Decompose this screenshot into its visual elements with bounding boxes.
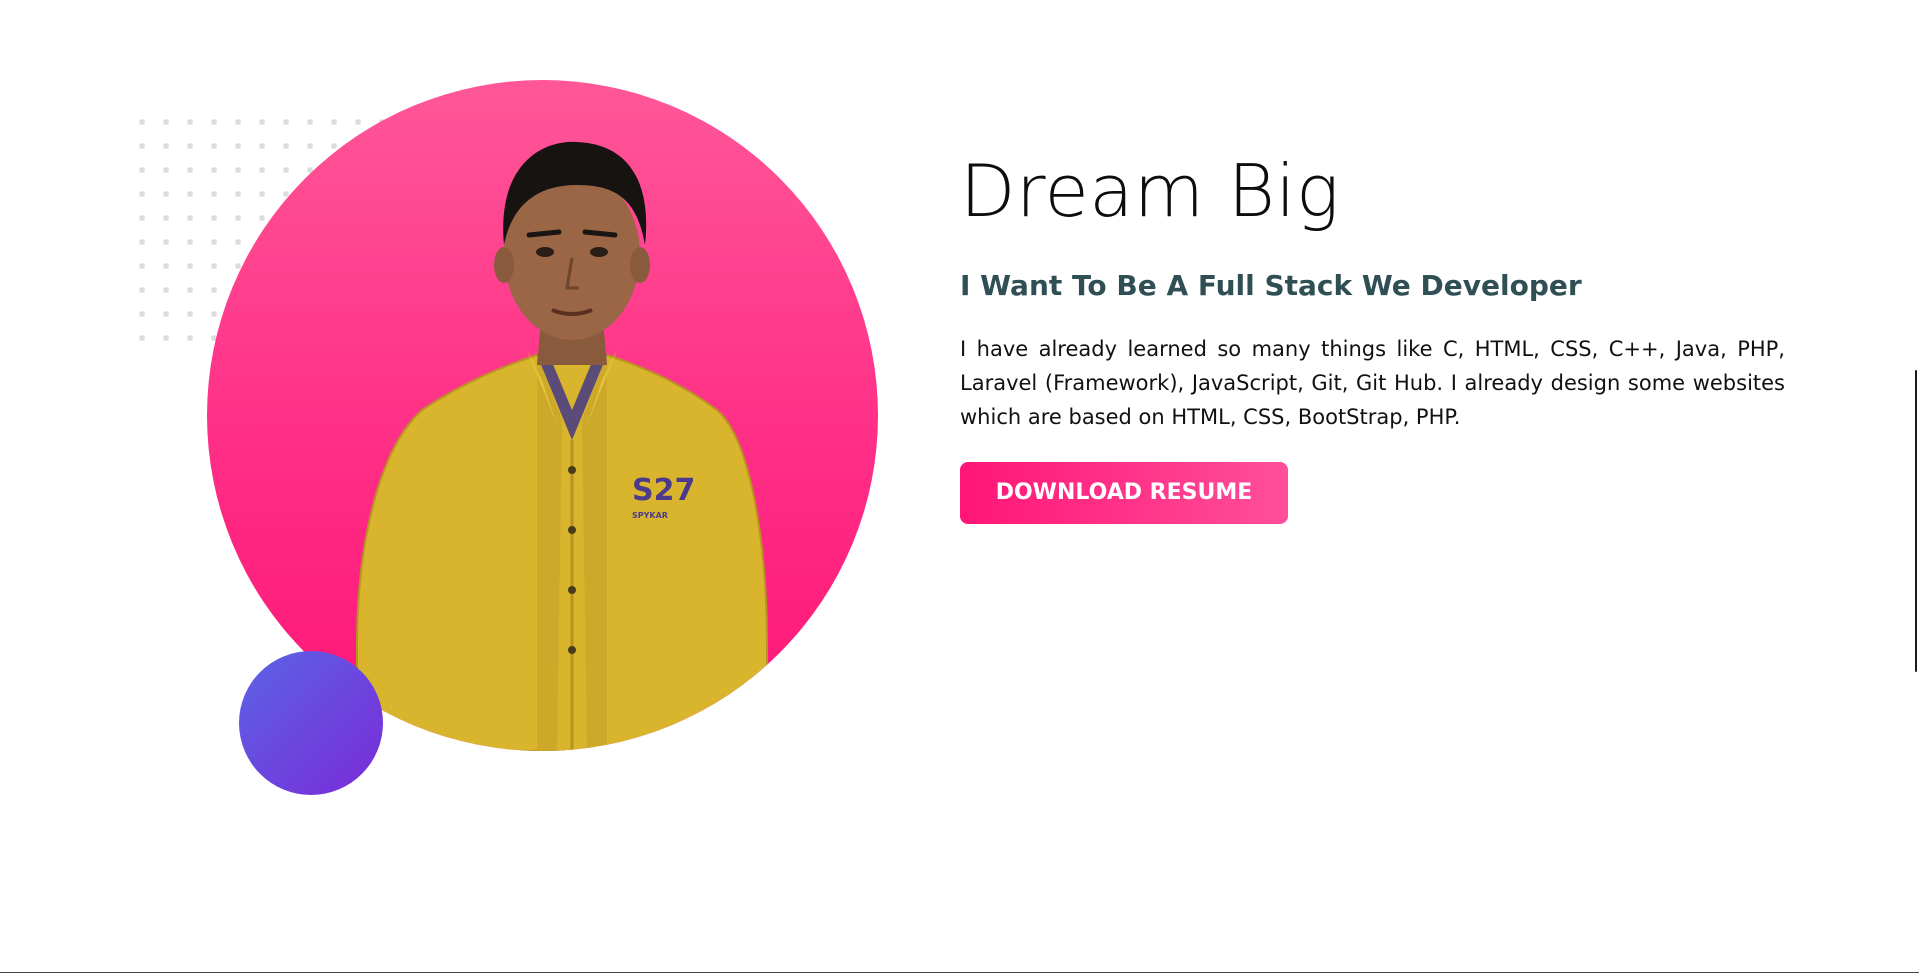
hero-title: Dream Big [960, 149, 1340, 233]
hero-description: I have already learned so many things li… [960, 337, 1785, 430]
svg-text:SPYKAR: SPYKAR [632, 511, 668, 520]
hero-content: Dream Big I Want To Be A Full Stack We D… [960, 149, 1785, 525]
svg-text:S27: S27 [632, 473, 695, 508]
page: S27 SPYKAR Dream Big I Want To Be A Full… [0, 0, 1919, 973]
scrollbar[interactable] [1915, 370, 1917, 672]
download-resume-button[interactable]: DOWNLOAD RESUME [960, 462, 1288, 525]
purple-circle-decoration [239, 651, 383, 795]
hero-subtitle: I Want To Be A Full Stack We Developer [960, 268, 1582, 302]
